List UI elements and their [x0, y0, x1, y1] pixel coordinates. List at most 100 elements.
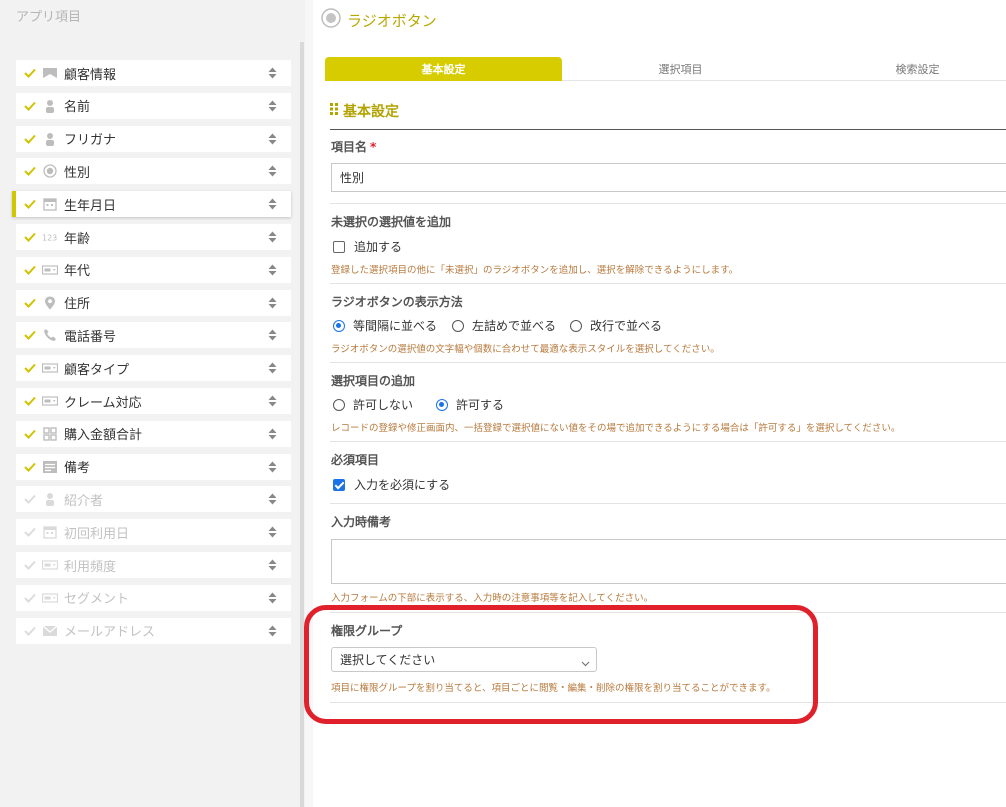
sort-handle-icon[interactable] [267, 395, 277, 407]
radio-label: 左詰めで並べる [472, 319, 557, 333]
check-icon[interactable] [24, 100, 36, 112]
tab-search-settings[interactable]: 検索設定 [799, 57, 1006, 81]
check-icon[interactable] [24, 592, 36, 604]
input-note-textarea[interactable] [331, 539, 1006, 584]
sidebar-item[interactable]: 年代 [16, 256, 291, 283]
check-icon[interactable] [24, 198, 36, 210]
check-icon[interactable] [24, 231, 36, 243]
checkbox-box[interactable] [333, 240, 345, 253]
sort-handle-icon[interactable] [267, 297, 277, 309]
radio-line-break[interactable]: 改行で並べる [570, 317, 662, 334]
check-icon[interactable] [24, 297, 36, 309]
person-icon [42, 132, 58, 146]
check-icon[interactable] [24, 165, 36, 177]
sidebar-item-label: 備考 [64, 461, 91, 477]
sidebar-item[interactable]: 購入金額合計 [16, 420, 291, 447]
sort-handle-icon[interactable] [267, 559, 277, 571]
check-icon[interactable] [24, 559, 36, 571]
sidebar-item[interactable]: 備考 [16, 453, 291, 480]
check-icon[interactable] [24, 461, 36, 473]
sidebar-item[interactable]: 123 年齢 [16, 224, 291, 250]
sidebar-item-label: 名前 [64, 100, 91, 116]
page-title: ラジオボタン [347, 11, 437, 30]
sidebar-item[interactable]: 電話番号 [16, 322, 291, 349]
sidebar-item[interactable]: セグメント [16, 584, 291, 611]
radio-label: 等間隔に並べる [353, 319, 438, 333]
section-title-text: 基本設定 [343, 104, 399, 120]
add-option-label: 選択項目の追加 [331, 374, 416, 388]
sort-handle-icon[interactable] [267, 526, 277, 538]
sort-handle-icon[interactable] [267, 264, 277, 276]
radio-left-align[interactable]: 左詰めで並べる [452, 317, 556, 334]
tab-basic-settings[interactable]: 基本設定 [325, 57, 562, 81]
sidebar-item-label: セグメント [64, 592, 130, 608]
person-icon [42, 99, 58, 113]
sidebar-item-label: 顧客情報 [64, 67, 117, 83]
sidebar-item[interactable]: 名前 [16, 92, 291, 119]
number-icon: 123 [42, 230, 58, 244]
unselected-checkbox[interactable]: 追加する [333, 238, 402, 255]
mail-icon [42, 624, 58, 638]
check-icon[interactable] [24, 329, 36, 341]
required-checkbox[interactable]: 入力を必須にする [333, 476, 450, 493]
check-icon[interactable] [24, 428, 36, 440]
check-icon[interactable] [24, 264, 36, 276]
check-icon[interactable] [24, 493, 36, 505]
sort-handle-icon[interactable] [267, 231, 277, 243]
sort-handle-icon[interactable] [267, 592, 277, 604]
sort-handle-icon[interactable] [267, 198, 277, 210]
select-icon [42, 558, 58, 572]
sort-handle-icon[interactable] [267, 67, 277, 79]
radio-button[interactable] [570, 319, 582, 332]
sort-handle-icon[interactable] [267, 100, 277, 112]
sort-handle-icon[interactable] [267, 493, 277, 505]
radio-equal-spacing[interactable]: 等間隔に並べる [333, 317, 437, 334]
sidebar-item[interactable]: フリガナ [16, 125, 291, 152]
check-icon[interactable] [24, 526, 36, 538]
required-label: 必須項目 [331, 453, 380, 467]
radio-allow[interactable]: 許可する [436, 396, 504, 413]
phone-icon [42, 328, 58, 342]
sort-handle-icon[interactable] [267, 133, 277, 145]
radio-label: 改行で並べる [590, 319, 663, 333]
radio-button[interactable] [333, 319, 345, 332]
sort-handle-icon[interactable] [267, 461, 277, 473]
sidebar-item[interactable]: 性別 [16, 158, 291, 185]
checkbox-label: 入力を必須にする [354, 478, 451, 492]
radio-button[interactable] [436, 398, 448, 411]
sidebar-item[interactable]: 住所 [16, 289, 291, 316]
sidebar-item[interactable]: 紹介者 [16, 486, 291, 513]
item-name-input[interactable]: 性別 [331, 163, 1006, 192]
sidebar-item[interactable]: 顧客タイプ [16, 355, 291, 382]
sort-handle-icon[interactable] [267, 625, 277, 637]
check-icon[interactable] [24, 133, 36, 145]
sidebar-item[interactable]: 利用頻度 [16, 552, 291, 578]
check-icon[interactable] [24, 625, 36, 637]
sidebar-item[interactable]: 初回利用日 [16, 519, 291, 546]
svg-text:123: 123 [42, 234, 57, 243]
input-note-label: 入力時備考 [331, 515, 392, 529]
select-icon [42, 394, 58, 408]
sidebar-item[interactable]: メールアドレス [16, 617, 291, 644]
radio-button[interactable] [452, 319, 464, 332]
check-icon[interactable] [24, 395, 36, 407]
unselected-label: 未選択の選択値を追加 [331, 215, 452, 229]
sidebar-item[interactable]: クレーム対応 [16, 388, 291, 414]
radio-disallow[interactable]: 許可しない [333, 396, 413, 413]
checkbox-label: 追加する [354, 240, 403, 254]
tab-options[interactable]: 選択項目 [562, 57, 799, 81]
sidebar-item[interactable]: 顧客情報 [16, 60, 291, 86]
sort-handle-icon[interactable] [267, 165, 277, 177]
sort-handle-icon[interactable] [267, 362, 277, 374]
sidebar-item-label: 初回利用日 [64, 526, 130, 542]
sidebar-item[interactable]: 生年月日 [12, 191, 291, 218]
sort-handle-icon[interactable] [267, 428, 277, 440]
add-option-hint: レコードの登録や修正画面内、一括登録で選択値にない値をその場で追加できるようにす… [331, 423, 901, 434]
sidebar: アプリ項目 顧客情報 名前 フリガナ 性別 生年月日 123 年齢 年代 住所 電話番号 顧客タイプ… [0, 0, 305, 807]
sort-handle-icon[interactable] [267, 329, 277, 341]
radio-button[interactable] [333, 398, 345, 411]
check-icon[interactable] [24, 362, 36, 374]
checkbox-box[interactable] [333, 478, 345, 491]
text-lines-icon [42, 460, 58, 474]
check-icon[interactable] [24, 67, 36, 79]
